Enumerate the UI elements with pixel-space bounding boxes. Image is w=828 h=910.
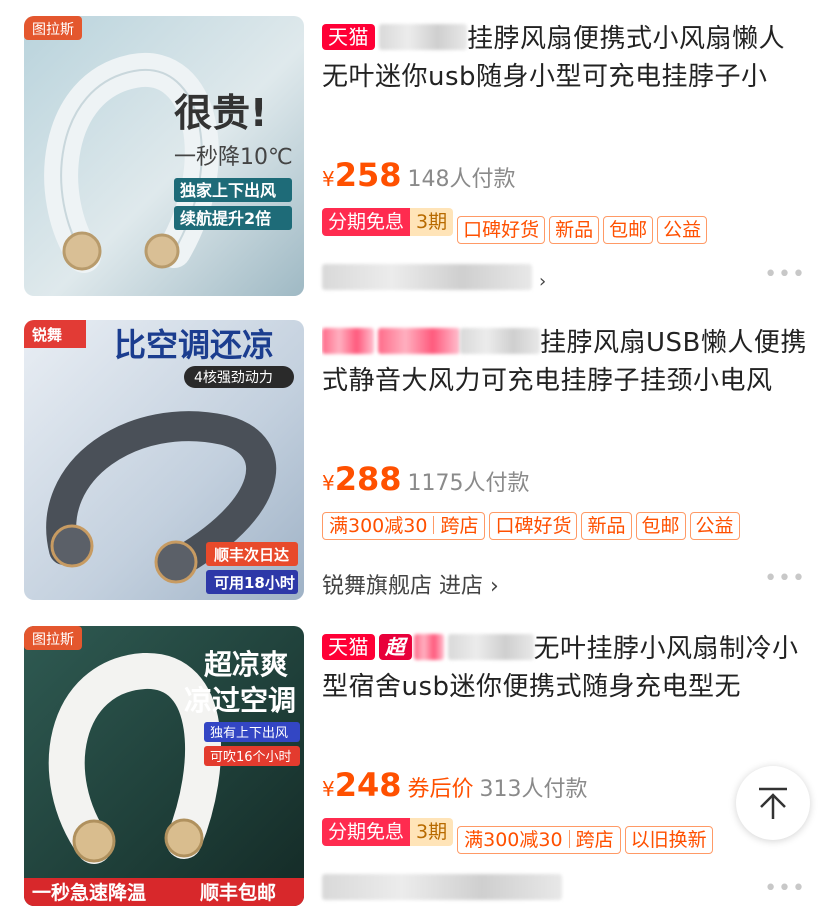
product-title-2[interactable]: 挂脖风扇USB懒人便携式静音大风力可充电挂脖子挂颈小电风 [322, 324, 808, 400]
promo-tags-1: 分期免息 3期 口碑好货 新品 包邮 公益 [322, 208, 711, 244]
store-name: 锐舞旗舰店 [322, 574, 433, 599]
blurred-text [378, 328, 460, 354]
enter-store-link[interactable]: 进店 [439, 574, 483, 599]
store-row-2[interactable]: 锐舞旗舰店 进店 › [322, 568, 499, 600]
blurred-text [379, 24, 467, 50]
arrow-up-icon [759, 787, 787, 819]
price-1: 258 [334, 156, 402, 194]
chevron-right-icon: › [539, 271, 547, 292]
svg-text:很贵!: 很贵! [174, 91, 267, 135]
tmall-tag: 天猫 [322, 24, 375, 50]
store-row-1[interactable]: › [322, 264, 546, 293]
svg-text:超凉爽: 超凉爽 [204, 648, 288, 681]
chevron-right-icon: › [490, 574, 499, 599]
after-coupon-label: 券后价 [407, 777, 474, 802]
blurred-text [413, 634, 444, 660]
neck-fan-illustration: 图拉斯 超凉爽 凉过空调 独有上下出风 可吹16个小时 一秒急速降温 顺丰包邮 [24, 626, 304, 906]
sold-count-3: 313人付款 [479, 777, 588, 802]
store-row-3[interactable] [322, 874, 562, 903]
sold-count-2: 1175人付款 [407, 471, 530, 496]
neck-fan-illustration: 锐舞 比空调还凉 4核强劲动力 顺丰次日达 可用18小时 [24, 320, 298, 594]
more-icon[interactable]: ••• [764, 566, 806, 591]
blurred-text [322, 328, 374, 354]
price-3: 248 [334, 766, 402, 804]
product-card-3[interactable]: 图拉斯 超凉爽 凉过空调 独有上下出风 可吹16个小时 一秒急速降温 顺丰包邮 … [0, 610, 828, 910]
svg-text:一秒急速降温: 一秒急速降温 [32, 881, 146, 904]
product-image-3[interactable]: 图拉斯 超凉爽 凉过空调 独有上下出风 可吹16个小时 一秒急速降温 顺丰包邮 [24, 626, 304, 906]
neck-fan-illustration: 图拉斯 很贵! 一秒降10℃ 独家上下出风 续航提升2倍 [24, 16, 293, 273]
promo-tags-2: 满300减30 跨店 口碑好货 新品 包邮 公益 [322, 512, 744, 540]
promo-tags-3: 分期免息 3期 满300减30 跨店 以旧换新 [322, 818, 717, 854]
product-title-1[interactable]: 天猫 挂脖风扇便携式小风扇懒人无叶迷你usb随身小型可充电挂脖子小 [322, 20, 808, 96]
svg-text:比空调还凉: 比空调还凉 [114, 326, 274, 364]
blurred-text [447, 634, 534, 660]
svg-text:顺丰包邮: 顺丰包邮 [200, 881, 276, 904]
svg-text:一秒降10℃: 一秒降10℃ [174, 145, 293, 170]
back-to-top-button[interactable] [736, 766, 810, 840]
brand-badge: 锐舞 [32, 326, 62, 344]
blurred-text [322, 874, 562, 900]
brand-badge: 图拉斯 [32, 632, 74, 648]
brand-badge: 图拉斯 [32, 22, 74, 38]
svg-text:顺丰次日达: 顺丰次日达 [214, 546, 289, 564]
product-image-1[interactable]: 图拉斯 很贵! 一秒降10℃ 独家上下出风 续航提升2倍 [24, 16, 304, 296]
more-icon[interactable]: ••• [764, 876, 806, 901]
tmall-tag: 天猫 [322, 634, 375, 660]
product-image-2[interactable]: 锐舞 比空调还凉 4核强劲动力 顺丰次日达 可用18小时 [24, 320, 304, 600]
sold-count-1: 148人付款 [407, 167, 516, 192]
svg-text:可吹16个小时: 可吹16个小时 [210, 750, 292, 765]
svg-text:可用18小时: 可用18小时 [214, 574, 295, 592]
svg-text:独有上下出风: 独有上下出风 [210, 726, 288, 741]
price-2: 288 [334, 460, 402, 498]
super-tag: 超 [379, 634, 412, 660]
blurred-text [460, 328, 540, 354]
svg-text:独家上下出风: 独家上下出风 [180, 181, 276, 200]
blurred-text [322, 264, 532, 290]
product-title-3[interactable]: 天猫超无叶挂脖小风扇制冷小型宿舍usb迷你便携式随身充电型无 [322, 630, 808, 706]
svg-text:4核强劲动力: 4核强劲动力 [194, 370, 273, 386]
more-icon[interactable]: ••• [764, 262, 806, 287]
svg-text:凉过空调: 凉过空调 [184, 684, 296, 717]
product-card-1[interactable]: 图拉斯 很贵! 一秒降10℃ 独家上下出风 续航提升2倍 天猫 挂脖风扇便携式小风… [0, 0, 828, 300]
product-card-2[interactable]: 锐舞 比空调还凉 4核强劲动力 顺丰次日达 可用18小时 挂脖风扇USB懒人便携… [0, 304, 828, 604]
svg-text:续航提升2倍: 续航提升2倍 [180, 209, 271, 228]
